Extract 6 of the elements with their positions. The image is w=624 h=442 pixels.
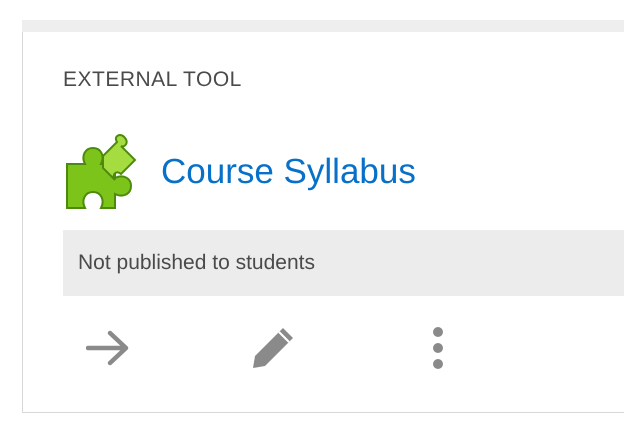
item-title-link[interactable]: Course Syllabus <box>161 152 416 192</box>
item-type-label: EXTERNAL TOOL <box>63 68 243 93</box>
status-text: Not published to students <box>78 251 315 275</box>
more-options-icon <box>432 326 444 370</box>
arrow-right-icon <box>86 330 130 366</box>
pencil-icon <box>251 326 295 370</box>
